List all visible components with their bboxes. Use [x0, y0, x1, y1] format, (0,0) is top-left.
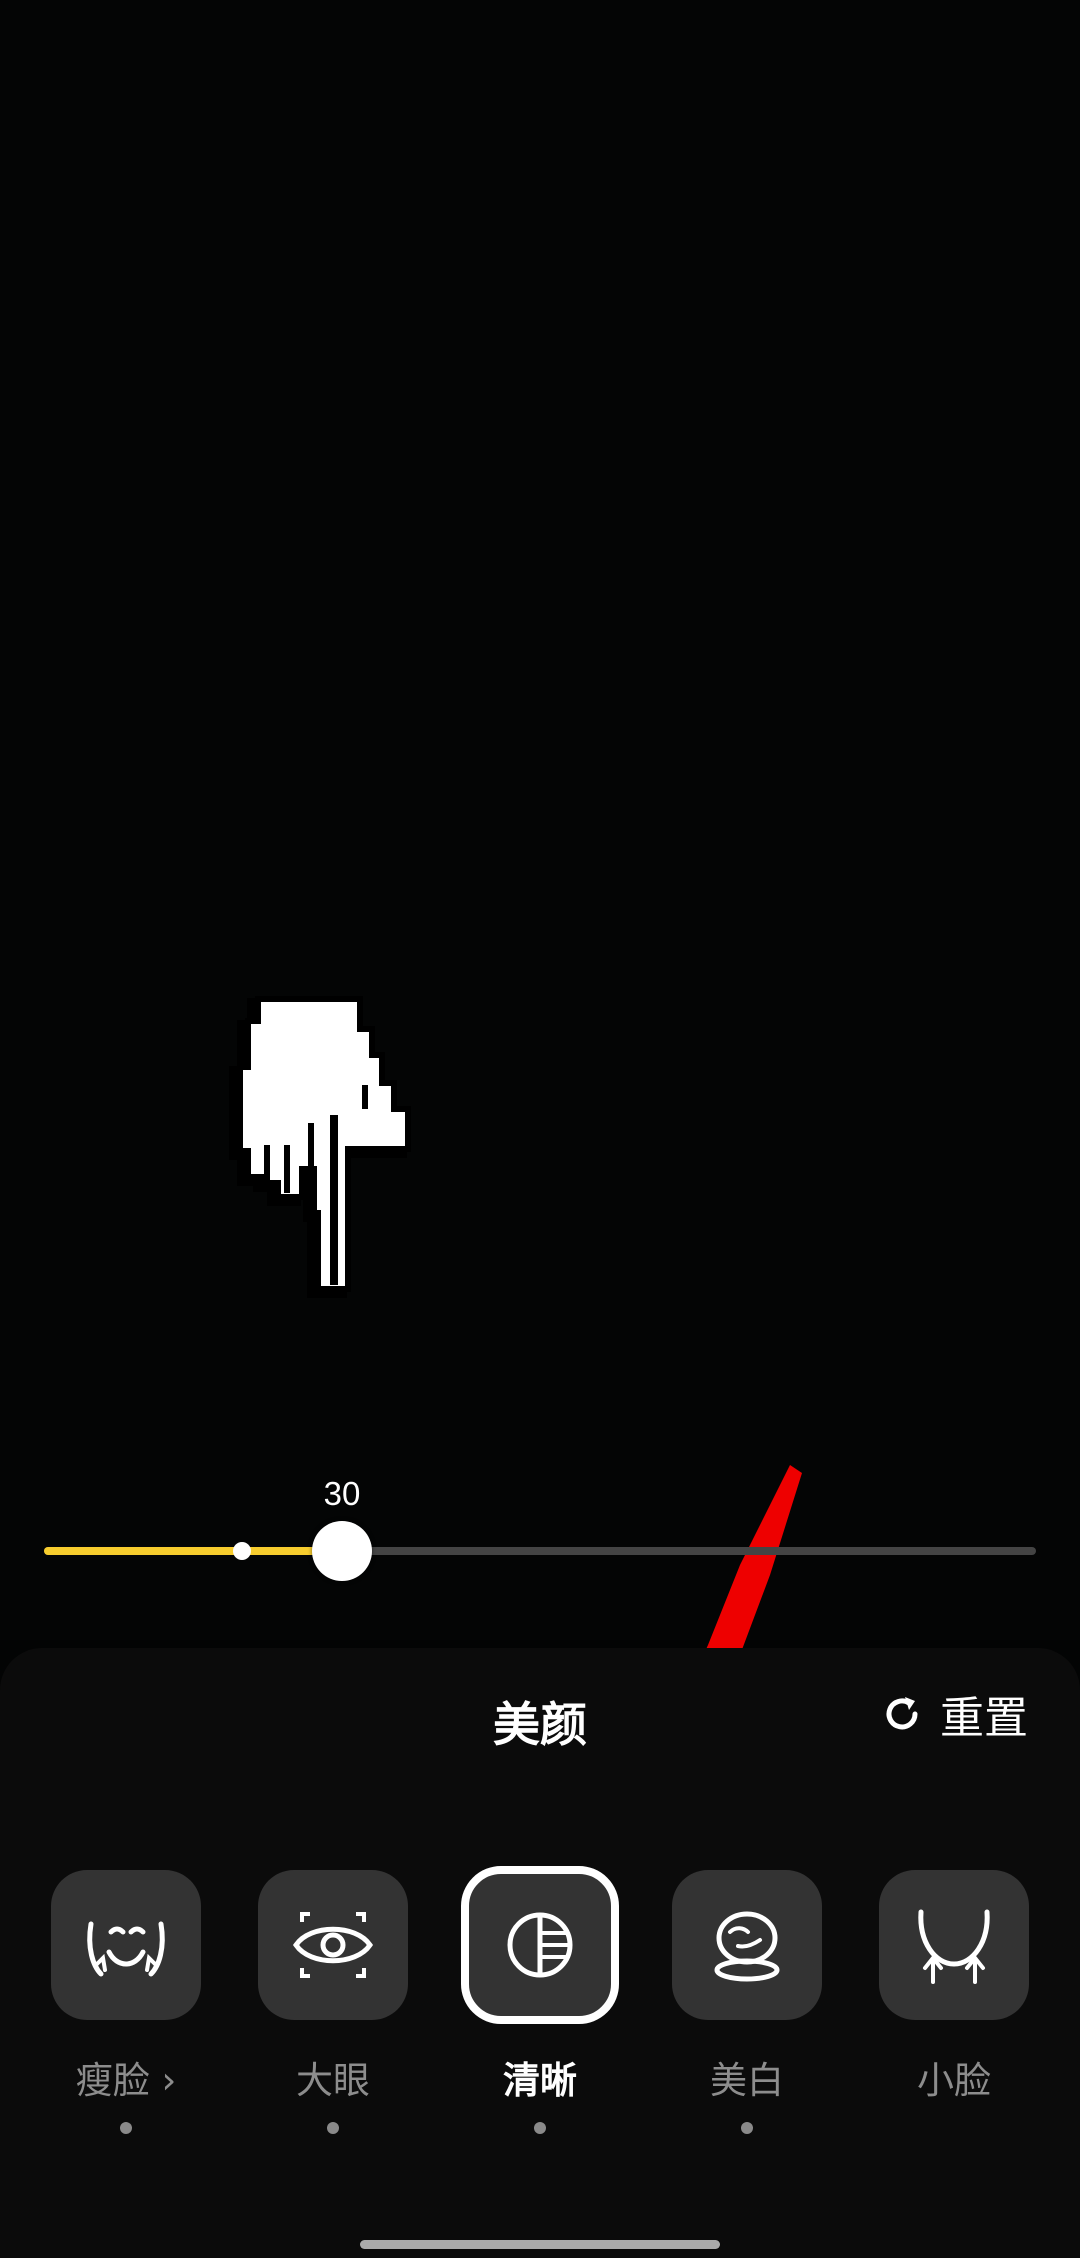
- whiten-icon: [714, 1911, 780, 1982]
- tool-small-face[interactable]: 小脸: [879, 1870, 1029, 2104]
- reset-button[interactable]: 重置: [882, 1684, 1028, 1744]
- slider-value-label: 30: [323, 1475, 361, 1512]
- tool-label: 瘦脸 ›: [75, 2059, 177, 2102]
- modified-dot: [120, 2122, 132, 2134]
- tool-label: 清晰: [503, 2059, 577, 2102]
- eye-icon: [292, 1912, 374, 1978]
- modified-dot: [741, 2122, 753, 2134]
- tool-whiten[interactable]: 美白: [672, 1870, 822, 2134]
- tool-tile[interactable]: [879, 1870, 1029, 2020]
- camera-preview[interactable]: [0, 0, 1080, 1640]
- refresh-icon: [886, 1697, 918, 1730]
- tool-tile-selected[interactable]: [461, 1866, 619, 2024]
- home-indicator[interactable]: [360, 2240, 720, 2249]
- reset-label: 重置: [940, 1693, 1028, 1744]
- tool-big-eye[interactable]: 大眼: [258, 1870, 408, 2134]
- slider-thumb[interactable]: [312, 1521, 372, 1581]
- slider-fill: [44, 1547, 342, 1555]
- beauty-intensity-slider[interactable]: 30: [44, 1475, 1036, 1585]
- tool-face-slim[interactable]: 瘦脸 ›: [51, 1870, 201, 2134]
- tool-tile[interactable]: [258, 1870, 408, 2020]
- tool-tile[interactable]: [672, 1870, 822, 2020]
- slider-default-marker: [233, 1542, 251, 1560]
- clarity-icon: [507, 1912, 573, 1978]
- screen: 30 美颜 重置 瘦脸 › 大眼 清晰 美白 小脸: [0, 0, 1080, 2258]
- modified-dot: [327, 2122, 339, 2134]
- tool-tile[interactable]: [51, 1870, 201, 2020]
- pointing-hand-icon: [229, 996, 411, 1298]
- tool-label: 美白: [710, 2059, 784, 2102]
- face-slim-icon: [87, 1921, 165, 1977]
- small-face-icon: [918, 1909, 990, 1984]
- tool-clarity[interactable]: 清晰: [461, 1866, 619, 2134]
- modified-dot: [534, 2122, 546, 2134]
- tool-label: 大眼: [296, 2059, 370, 2102]
- beauty-panel: 美颜 重置 瘦脸 › 大眼 清晰 美白 小脸: [0, 1648, 1080, 2258]
- tool-label: 小脸: [917, 2059, 991, 2102]
